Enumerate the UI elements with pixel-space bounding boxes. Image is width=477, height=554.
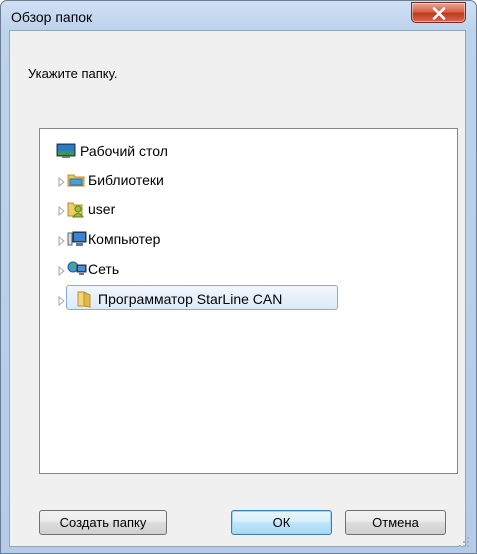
- desktop-icon: [56, 142, 76, 160]
- tree-item-label: Сеть: [88, 261, 120, 277]
- tree-item-programmer-folder[interactable]: Программатор StarLine CAN: [40, 285, 340, 310]
- expand-arrow-icon[interactable]: [57, 264, 66, 277]
- folder-icon: [76, 290, 94, 308]
- tree-item-computer[interactable]: Компьютер: [40, 228, 340, 250]
- new-folder-button-label: Создать папку: [59, 515, 147, 530]
- expand-arrow-icon[interactable]: [57, 204, 66, 217]
- expand-arrow-icon[interactable]: [57, 175, 66, 188]
- expand-arrow-icon[interactable]: [57, 294, 66, 307]
- cancel-button-label: Отмена: [372, 515, 419, 530]
- close-button[interactable]: [411, 2, 466, 23]
- libraries-icon: [67, 171, 85, 189]
- computer-icon: [67, 230, 87, 248]
- tree-item-label: user: [88, 201, 116, 217]
- cancel-button[interactable]: Отмена: [345, 510, 446, 535]
- tree-item-label: Программатор StarLine CAN: [98, 291, 283, 307]
- tree-item-user[interactable]: user: [40, 198, 340, 220]
- ok-button-label: ОК: [272, 515, 291, 530]
- tree-item-desktop[interactable]: Рабочий стол: [40, 140, 340, 162]
- new-folder-button[interactable]: Создать папку: [39, 510, 167, 535]
- tree-item-libraries[interactable]: Библиотеки: [40, 169, 340, 191]
- dialog-title: Обзор папок: [11, 9, 93, 25]
- tree-item-network[interactable]: Сеть: [40, 258, 340, 280]
- network-icon: [67, 260, 87, 278]
- ok-button[interactable]: ОК: [231, 510, 332, 535]
- expand-arrow-icon[interactable]: [57, 234, 66, 247]
- tree-item-label: Компьютер: [88, 231, 161, 247]
- tree-item-label: Библиотеки: [88, 172, 164, 188]
- close-icon: [432, 7, 446, 20]
- user-folder-icon: [67, 200, 85, 218]
- prompt-label: Укажите папку.: [28, 66, 118, 81]
- folder-tree[interactable]: Рабочий стол Библиотеки user Компьютер С…: [39, 128, 458, 474]
- resize-grip-icon[interactable]: [458, 536, 470, 548]
- tree-item-label: Рабочий стол: [80, 143, 168, 159]
- title-bar[interactable]: Обзор папок: [1, 1, 476, 31]
